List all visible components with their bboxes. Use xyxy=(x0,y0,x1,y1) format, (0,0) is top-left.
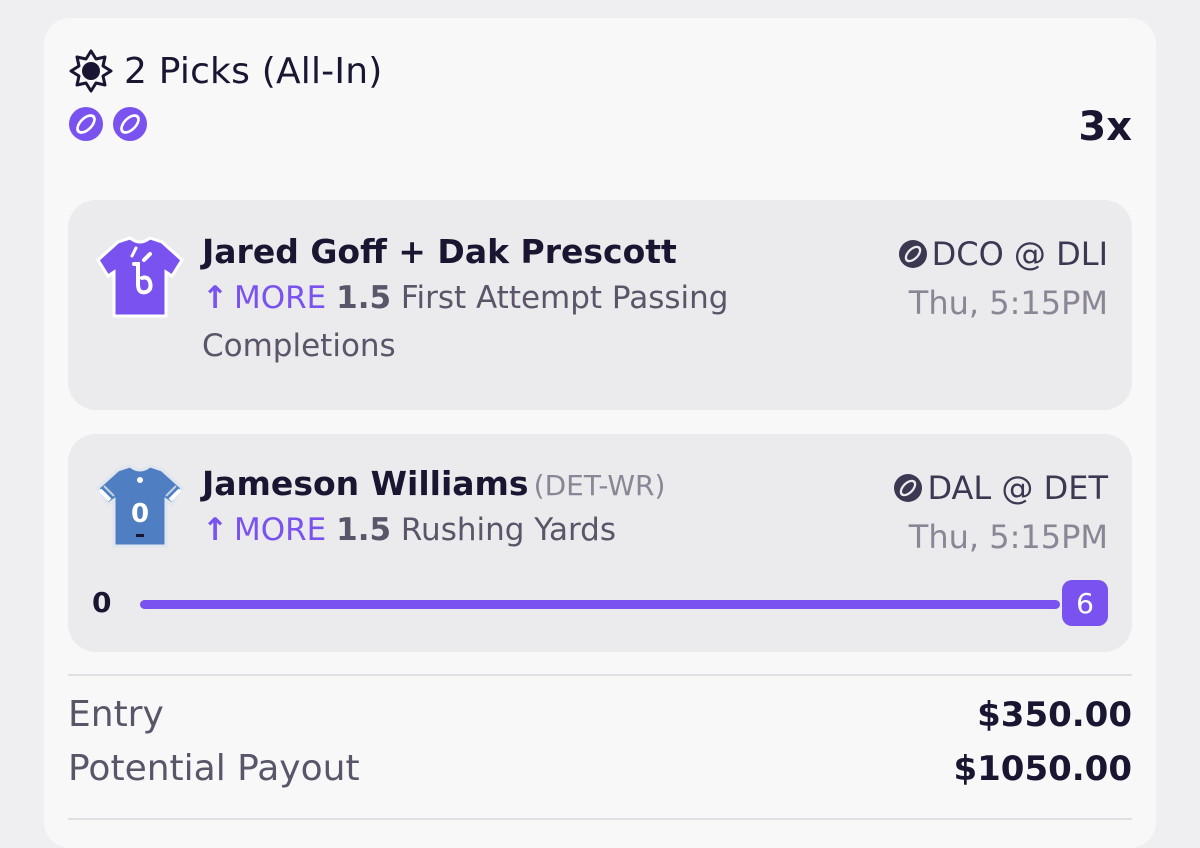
matchup: DAL @ DET xyxy=(927,469,1108,507)
payout-label: Potential Payout xyxy=(68,748,360,789)
player-name: Jared Goff + Dak Prescott xyxy=(202,232,677,271)
player-name: Jameson Williams xyxy=(202,464,529,503)
entry-value: $350.00 xyxy=(977,694,1132,735)
game-time: Thu, 5:15PM xyxy=(908,284,1108,322)
line-value: 1.5 xyxy=(336,280,392,316)
pick-info: Jameson Williams (DET-WR) ↑ MORE 1.5 Rush… xyxy=(202,462,822,554)
football-icon xyxy=(894,474,923,502)
stat-name: Rushing Yards xyxy=(400,512,616,548)
entry-row: Entry $350.00 xyxy=(68,694,1132,735)
progress-track xyxy=(140,600,1060,609)
game-info: DCO @ DLI Thu, 5:15PM xyxy=(898,232,1108,330)
entry-label: Entry xyxy=(68,694,164,735)
progress-min: 0 xyxy=(92,586,112,619)
stat-line: ↑ MORE 1.5 First Attempt Passing Completi… xyxy=(202,274,822,370)
combo-jersey-icon xyxy=(96,236,184,318)
arrow-up-icon: ↑ xyxy=(202,280,228,316)
entry-header: 2 Picks (All-In) 3x xyxy=(68,48,1132,178)
progress-current: 6 xyxy=(1062,580,1108,626)
progress-fill xyxy=(140,600,1060,609)
game-time: Thu, 5:15PM xyxy=(908,518,1108,556)
sport-icons xyxy=(68,106,1132,142)
direction-label: MORE xyxy=(233,280,327,316)
divider xyxy=(68,674,1132,676)
football-icon xyxy=(113,107,147,141)
payout-multiplier: 3x xyxy=(1078,104,1132,150)
divider xyxy=(68,818,1132,820)
entry-title: 2 Picks (All-In) xyxy=(124,50,383,92)
sun-icon xyxy=(69,49,113,93)
game-info: DAL @ DET Thu, 5:15PM xyxy=(893,466,1108,564)
team-position: (DET-WR) xyxy=(533,469,666,502)
pick-info: Jared Goff + Dak Prescott ↑ MORE 1.5 Firs… xyxy=(202,230,822,370)
stat-line: ↑ MORE 1.5 Rushing Yards xyxy=(202,506,822,554)
payout-row: Potential Payout $1050.00 xyxy=(68,748,1132,789)
line-value: 1.5 xyxy=(336,512,392,548)
football-icon xyxy=(898,240,927,268)
stat-progress: 0 6 xyxy=(92,580,1108,630)
lions-jersey-icon: 0 xyxy=(96,464,184,548)
pick-card[interactable]: Jared Goff + Dak Prescott ↑ MORE 1.5 Firs… xyxy=(68,200,1132,410)
football-icon xyxy=(69,107,103,141)
direction-label: MORE xyxy=(233,512,327,548)
matchup: DCO @ DLI xyxy=(931,235,1108,273)
payout-value: $1050.00 xyxy=(953,748,1132,789)
svg-text:0: 0 xyxy=(131,499,149,529)
arrow-up-icon: ↑ xyxy=(202,512,228,548)
entry-card: 2 Picks (All-In) 3x Jared Goff + Dak Pre… xyxy=(44,18,1156,848)
pick-card[interactable]: 0 Jameson Williams (DET-WR) ↑ MORE 1.5 Ru… xyxy=(68,434,1132,652)
